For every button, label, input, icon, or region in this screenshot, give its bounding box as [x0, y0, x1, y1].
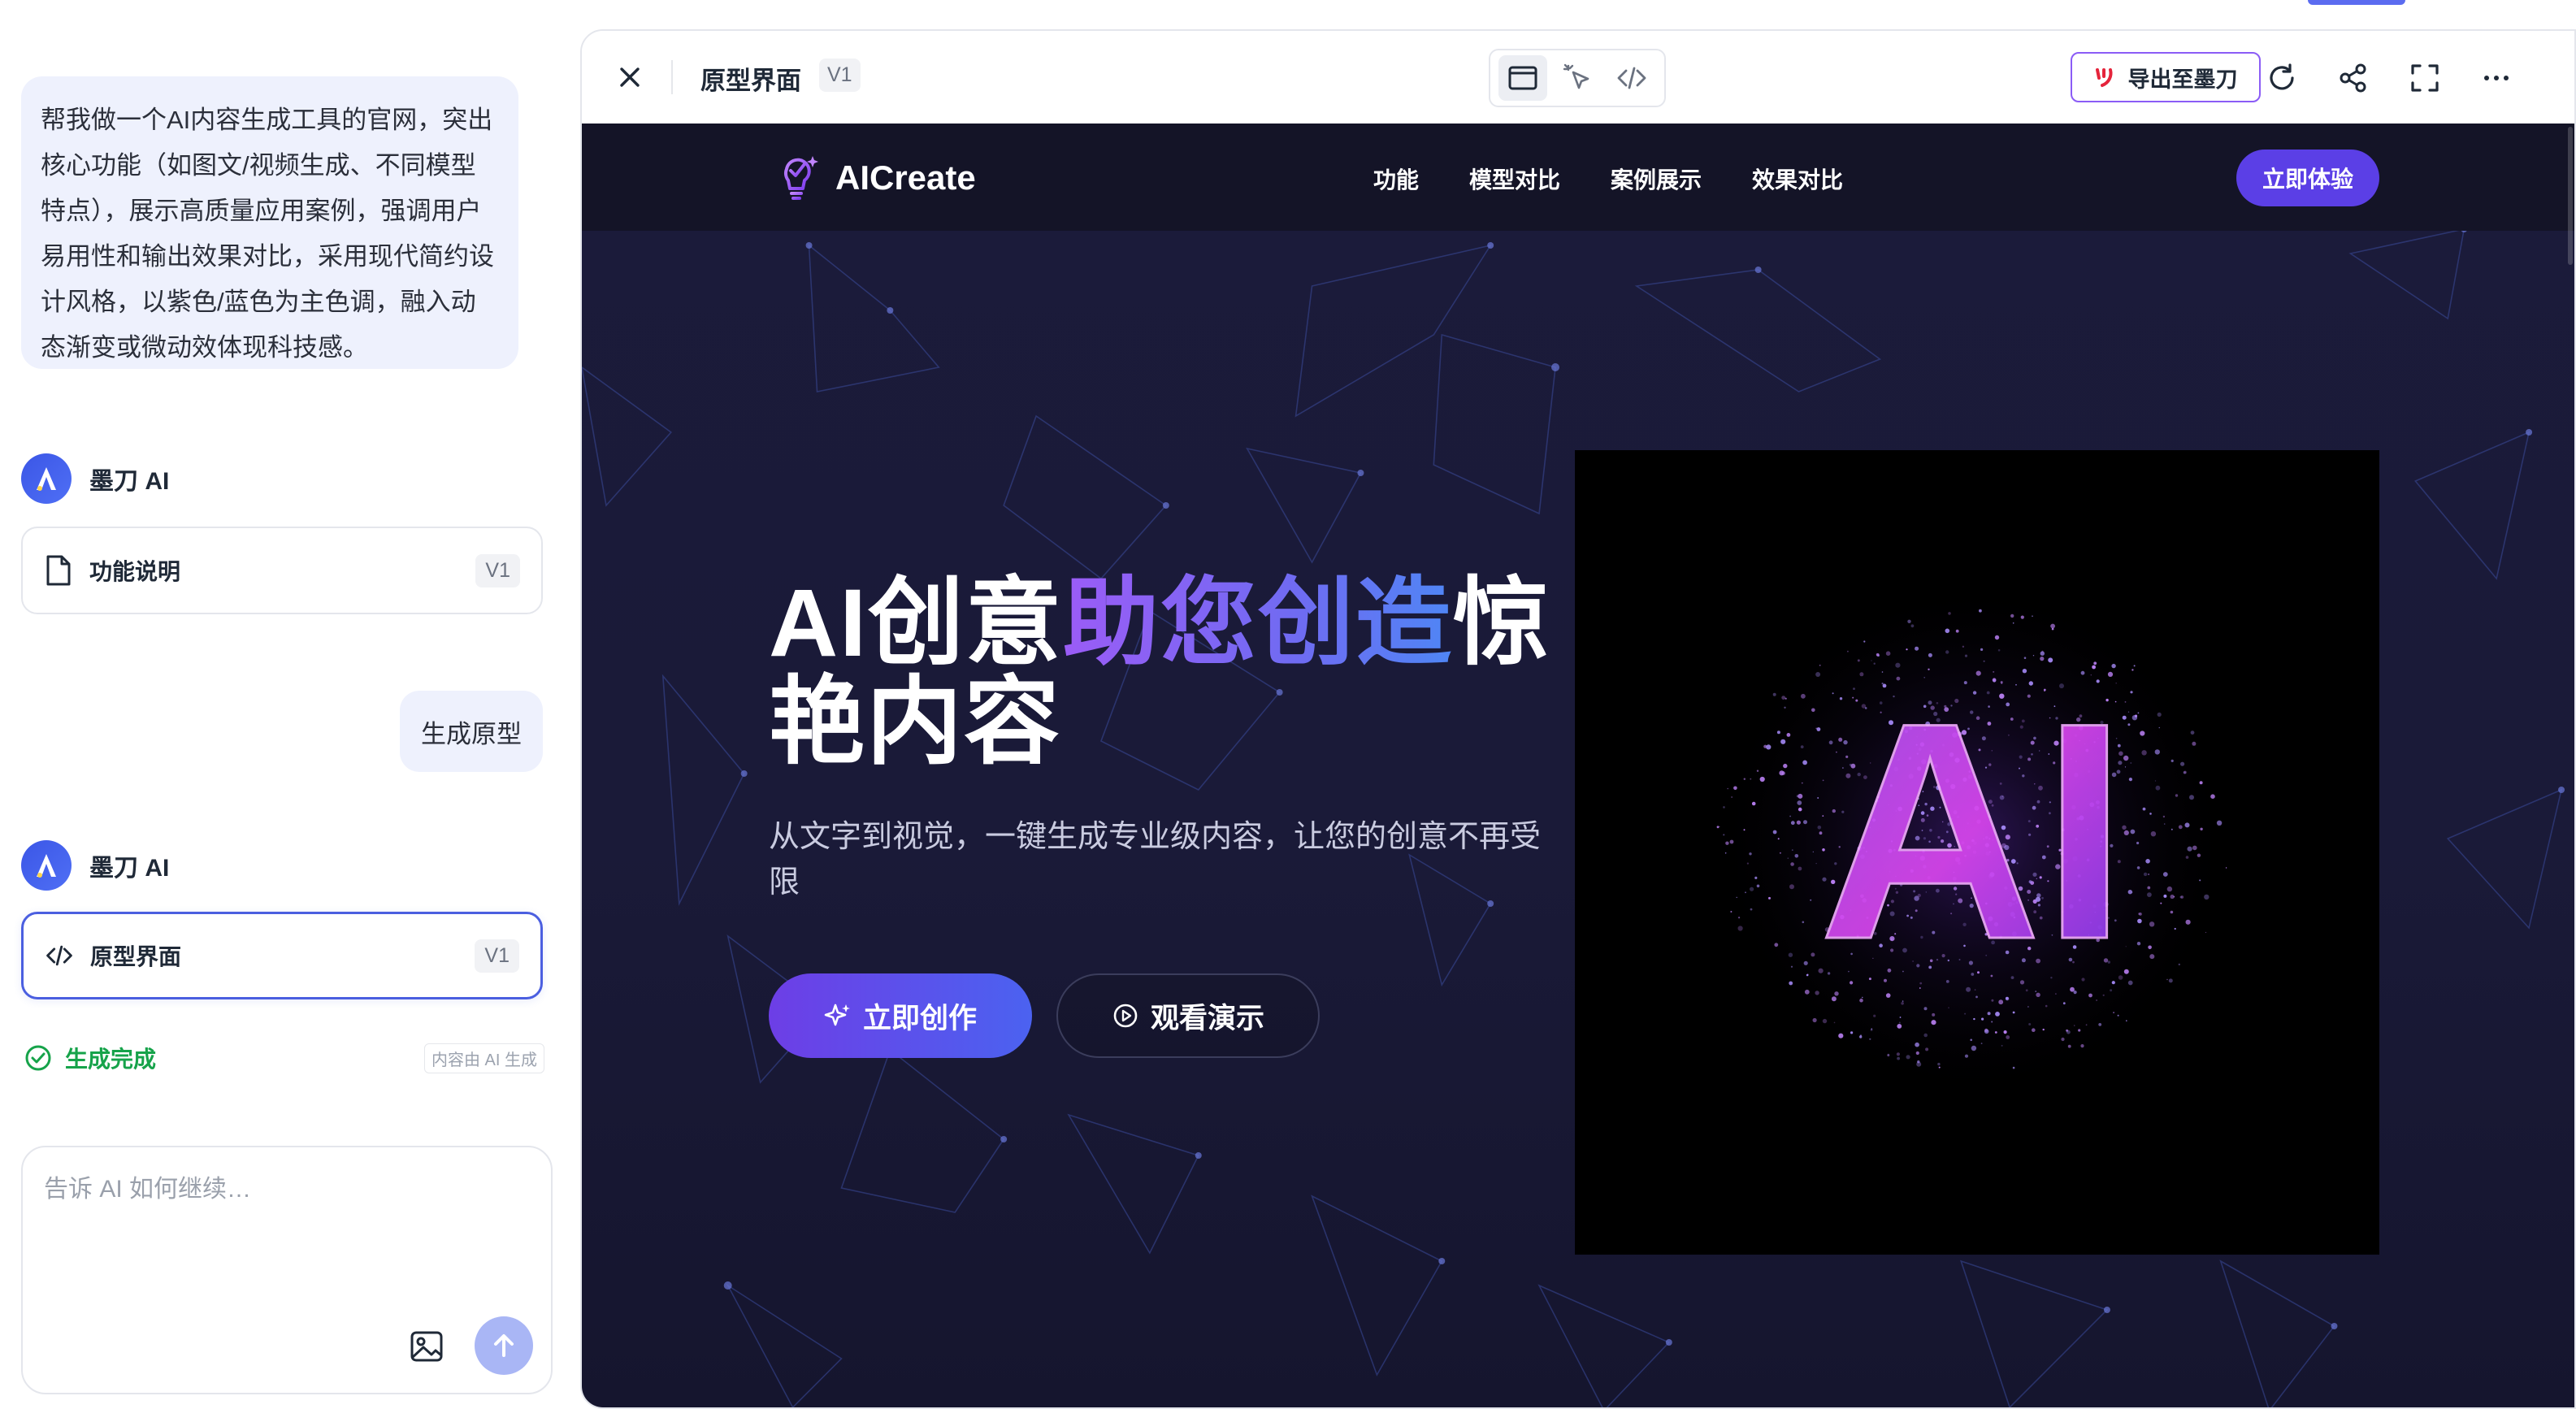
hero-title-highlight: 助您创造 — [1063, 570, 1454, 677]
export-to-modao-button[interactable]: 导出至墨刀 — [2071, 52, 2261, 102]
hero-title-part-1: AI创意 — [769, 570, 1064, 677]
hero-image: AI — [1575, 450, 2379, 1255]
watch-demo-button[interactable]: 观看演示 — [1056, 973, 1320, 1058]
logo-text: AICreate — [835, 158, 976, 197]
doc-card-title: 原型界面 — [90, 944, 182, 969]
image-upload-icon[interactable] — [408, 1328, 445, 1365]
create-now-label: 立即创作 — [862, 1002, 977, 1034]
modao-logo-icon — [2095, 68, 2112, 87]
watch-demo-label: 观看演示 — [1150, 1002, 1264, 1034]
ai-particle-image: AI — [1713, 580, 2233, 1100]
ai-avatar — [21, 453, 72, 504]
export-label: 导出至墨刀 — [2127, 67, 2238, 92]
more-icon[interactable] — [2480, 62, 2513, 94]
scrollbar-thumb[interactable] — [2568, 127, 2573, 265]
preview-panel: 原型界面 V1 导出至墨刀 AICreate 功能 模型对比 案例展示 效果对比… — [580, 29, 2576, 1409]
nav-link-features[interactable]: 功能 — [1373, 163, 1419, 195]
user-message-bubble: 生成原型 — [400, 691, 543, 772]
preview-toolbar: 原型界面 V1 导出至墨刀 — [582, 31, 2574, 125]
play-circle-icon — [1113, 1004, 1138, 1028]
arrow-up-icon — [494, 1334, 514, 1357]
ai-header: 墨刀 AI — [21, 453, 169, 504]
site-nav-links: 功能 模型对比 案例展示 效果对比 — [1373, 163, 1843, 195]
share-icon[interactable] — [2337, 62, 2370, 94]
send-button[interactable] — [475, 1316, 533, 1375]
status-text: 生成完成 — [65, 1047, 157, 1072]
chat-input[interactable] — [42, 1167, 533, 1292]
select-mode-button[interactable] — [1553, 55, 1602, 101]
site-logo[interactable]: AICreate — [772, 151, 976, 205]
top-button-edge — [2308, 0, 2405, 5]
cursor-icon — [1563, 63, 1589, 89]
ai-avatar — [21, 840, 72, 891]
refresh-icon[interactable] — [2266, 62, 2298, 94]
hero-subtitle: 从文字到视觉，一键生成专业级内容，让您的创意不再受限 — [769, 820, 1542, 900]
ai-generated-note: 内容由 AI 生成 — [423, 1043, 544, 1073]
preview-mode-button[interactable] — [1498, 55, 1547, 101]
ai-header: 墨刀 AI — [21, 840, 169, 891]
nav-link-model-compare[interactable]: 模型对比 — [1469, 163, 1560, 195]
create-now-button[interactable]: 立即创作 — [769, 973, 1032, 1058]
preview-title: 原型界面 — [700, 67, 801, 95]
version-tag: V1 — [475, 939, 519, 973]
chat-panel: 帮我做一个AI内容生成工具的官网，突出核心功能（如图文/视频生成、不同模型特点）… — [0, 0, 569, 1409]
doc-card-prototype[interactable]: 原型界面 V1 — [21, 912, 543, 999]
generation-status: 生成完成 内容由 AI 生成 — [24, 1042, 544, 1074]
close-icon[interactable] — [616, 63, 644, 91]
ai-name: 墨刀 AI — [89, 468, 170, 495]
document-icon — [46, 555, 71, 586]
try-now-button[interactable]: 立即体验 — [2236, 150, 2379, 206]
fullscreen-icon[interactable] — [2409, 62, 2441, 94]
chat-input-box — [21, 1146, 553, 1394]
code-icon — [46, 945, 72, 966]
doc-card-feature-spec[interactable]: 功能说明 V1 — [21, 527, 543, 614]
ai-name: 墨刀 AI — [89, 855, 170, 882]
user-prompt-bubble: 帮我做一个AI内容生成工具的官网，突出核心功能（如图文/视频生成、不同模型特点）… — [21, 76, 518, 369]
version-tag: V1 — [475, 553, 520, 587]
version-tag[interactable]: V1 — [819, 59, 861, 92]
nav-link-effect-compare[interactable]: 效果对比 — [1752, 163, 1843, 195]
bulb-sparkle-icon — [783, 156, 818, 200]
doc-card-title: 功能说明 — [89, 559, 181, 584]
view-mode-switch — [1489, 49, 1666, 107]
code-mode-button[interactable] — [1607, 55, 1656, 101]
site-navbar: AICreate 功能 模型对比 案例展示 效果对比 立即体验 — [582, 124, 2574, 231]
nav-link-cases[interactable]: 案例展示 — [1611, 163, 1702, 195]
check-circle-icon — [25, 1045, 51, 1071]
site-preview: AICreate 功能 模型对比 案例展示 效果对比 立即体验 AI创意助您创造… — [582, 124, 2574, 1407]
code-icon — [1617, 67, 1646, 89]
preview-icon — [1508, 66, 1537, 90]
ai-text: AI — [1819, 658, 2127, 1004]
sparkle-icon — [824, 1004, 850, 1026]
divider — [671, 60, 673, 94]
hero-title: AI创意助您创造惊艳内容 — [769, 574, 1581, 772]
